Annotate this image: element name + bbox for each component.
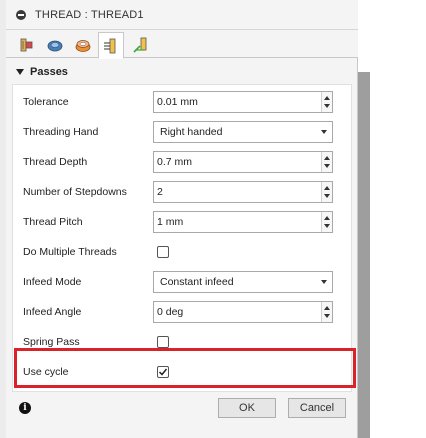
- infeed-mode-select[interactable]: Constant infeed: [153, 271, 333, 293]
- chevron-down-icon: [321, 280, 327, 284]
- row-thread-depth: Thread Depth 0.7 mm: [13, 147, 353, 177]
- infeed-mode-label: Infeed Mode: [23, 276, 82, 288]
- threading-hand-value: Right handed: [160, 126, 223, 138]
- infeed-mode-value: Constant infeed: [160, 276, 234, 288]
- tool-icon: [20, 38, 33, 51]
- thread-depth-label: Thread Depth: [23, 156, 88, 168]
- dialog-footer: i OK Cancel: [6, 394, 358, 420]
- collapse-icon[interactable]: [16, 9, 26, 20]
- stepdowns-value: 2: [157, 186, 163, 198]
- tolerance-value: 0.01 mm: [157, 96, 198, 108]
- row-stepdowns: Number of Stepdowns 2: [13, 177, 353, 207]
- infeed-angle-field[interactable]: 0 deg: [153, 301, 333, 323]
- stepdowns-spinner[interactable]: [321, 182, 332, 202]
- info-icon[interactable]: i: [19, 402, 31, 414]
- tab-bar: [6, 30, 358, 59]
- title-bar[interactable]: THREAD : THREAD1: [6, 0, 358, 30]
- multiple-threads-label: Do Multiple Threads: [23, 246, 117, 258]
- tab-passes[interactable]: [98, 32, 124, 59]
- section-title: Passes: [30, 66, 68, 78]
- geometry-icon: [47, 40, 63, 51]
- thread-pitch-spinner[interactable]: [321, 212, 332, 232]
- tab-tool[interactable]: [14, 32, 40, 57]
- section-passes-header[interactable]: Passes: [16, 62, 68, 82]
- cancel-button[interactable]: Cancel: [288, 398, 346, 418]
- row-tolerance: Tolerance 0.01 mm: [13, 87, 353, 117]
- infeed-angle-value: 0 deg: [157, 306, 184, 318]
- threading-hand-label: Threading Hand: [23, 126, 99, 138]
- tolerance-field[interactable]: 0.01 mm: [153, 91, 333, 113]
- tolerance-label: Tolerance: [23, 96, 69, 108]
- passes-panel: Tolerance 0.01 mm Threading Hand Right h…: [12, 84, 352, 392]
- thread-depth-spinner[interactable]: [321, 152, 332, 172]
- stepdowns-label: Number of Stepdowns: [23, 186, 127, 198]
- tolerance-spinner[interactable]: [321, 92, 332, 112]
- heights-icon: [75, 39, 91, 52]
- ok-button[interactable]: OK: [218, 398, 276, 418]
- tab-geometry[interactable]: [42, 32, 68, 57]
- linking-icon: [133, 37, 147, 53]
- multiple-threads-checkbox[interactable]: [157, 246, 169, 258]
- background-right-strip: [358, 72, 370, 438]
- row-multiple-threads: Do Multiple Threads: [13, 237, 353, 267]
- stepdowns-field[interactable]: 2: [153, 181, 333, 203]
- row-infeed-mode: Infeed Mode Constant infeed: [13, 267, 353, 297]
- spring-pass-checkbox[interactable]: [157, 336, 169, 348]
- thread-depth-field[interactable]: 0.7 mm: [153, 151, 333, 173]
- threading-hand-select[interactable]: Right handed: [153, 121, 333, 143]
- dialog-title: THREAD : THREAD1: [35, 8, 144, 21]
- thread-dialog: THREAD : THREAD1 Passes Tolerance 0.01 m…: [6, 0, 358, 438]
- passes-icon: [104, 38, 116, 53]
- chevron-down-icon: [321, 130, 327, 134]
- row-thread-pitch: Thread Pitch 1 mm: [13, 207, 353, 237]
- thread-pitch-value: 1 mm: [157, 216, 184, 228]
- thread-depth-value: 0.7 mm: [157, 156, 193, 168]
- expand-triangle-icon: [16, 69, 24, 75]
- infeed-angle-spinner[interactable]: [321, 302, 332, 322]
- infeed-angle-label: Infeed Angle: [23, 306, 82, 318]
- row-infeed-angle: Infeed Angle 0 deg: [13, 297, 353, 327]
- thread-pitch-label: Thread Pitch: [23, 216, 83, 228]
- tab-heights[interactable]: [70, 32, 96, 57]
- use-cycle-highlight-box: [14, 348, 356, 388]
- row-threading-hand: Threading Hand Right handed: [13, 117, 353, 147]
- tab-linking[interactable]: [128, 32, 154, 57]
- thread-pitch-field[interactable]: 1 mm: [153, 211, 333, 233]
